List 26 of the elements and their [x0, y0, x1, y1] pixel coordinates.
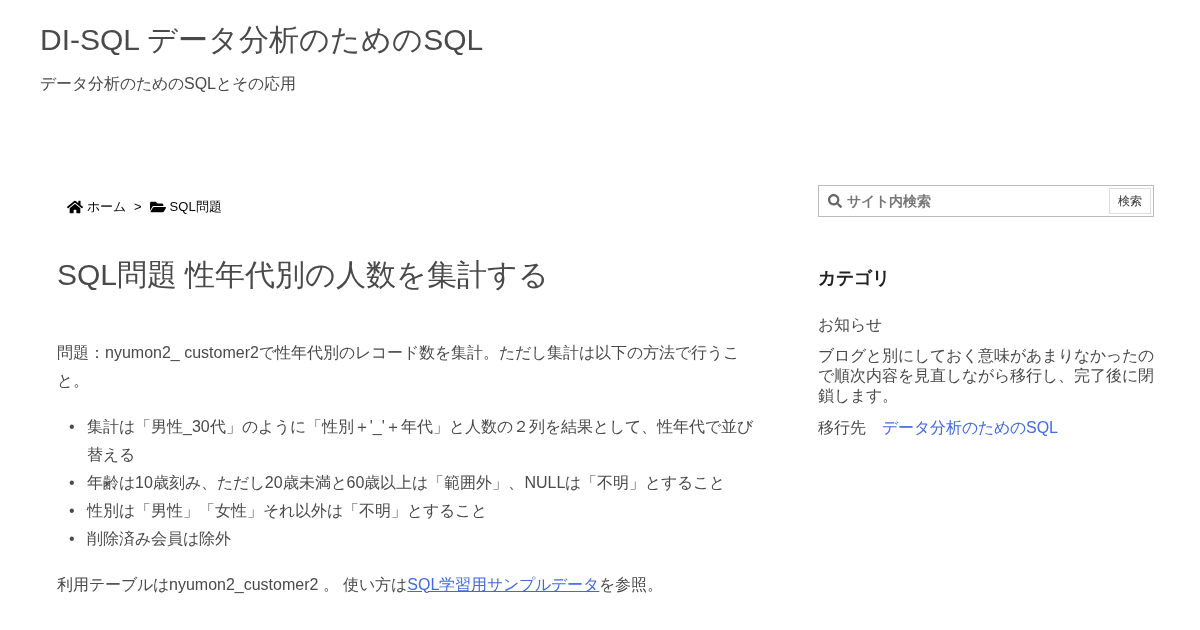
category-link[interactable]: お知らせ: [818, 313, 1154, 337]
site-tagline: データ分析のためのSQLとその応用: [40, 74, 297, 94]
list-item: 年齢は10歳刻み、ただし20歳未満と60歳以上は「範囲外」、NULLは「不明」とすること: [87, 472, 726, 493]
search-field[interactable]: サイト内検索 検索: [818, 185, 1154, 217]
usage-paragraph: 利用テーブルはnyumon2_customer2 。 使い方はSQL学習用サンプルデータ を参照。: [57, 574, 665, 595]
destination-link[interactable]: データ分析のためのSQL: [882, 416, 1058, 440]
breadcrumb-home-link[interactable]: ホーム: [67, 197, 126, 217]
breadcrumb-separator: >: [134, 198, 142, 216]
bullet-marker: •: [69, 528, 76, 549]
sample-data-link[interactable]: SQL学習用サンプルデータ: [407, 575, 600, 593]
breadcrumb-category-link[interactable]: SQL問題: [149, 197, 222, 217]
search-icon: [828, 194, 842, 208]
list-item: 削除済み会員は除外: [87, 528, 231, 549]
bullet-marker: •: [69, 472, 76, 493]
list-item: 集計は「男性_30代」のように「性別＋'_'＋年代」と人数の２列を結果として、性年代で並び替える: [87, 416, 754, 465]
notice-text: ブログと別にしておく意味があまりなかったので順次内容を見直しながら移行し、完了後に閉鎖します。: [818, 346, 1154, 406]
search-button[interactable]: 検索: [1109, 188, 1151, 214]
category-heading: カテゴリ: [818, 267, 891, 290]
home-icon: [67, 198, 83, 215]
site-title[interactable]: DI-SQL データ分析のためのSQL: [40, 22, 1160, 58]
destination-label: 移行先: [818, 418, 866, 438]
bullet-marker: •: [69, 500, 76, 521]
bullet-marker: •: [69, 416, 76, 437]
list-item: 性別は「男性」「女性」それ以外は「不明」とすること: [87, 500, 487, 521]
article-title: SQL問題 性年代別の人数を集計する: [57, 256, 551, 293]
intro-paragraph: 問題：nyumon2_ customer2で性年代別のレコード数を集計。ただし集計は以下の方法で行うこと。: [57, 342, 740, 391]
